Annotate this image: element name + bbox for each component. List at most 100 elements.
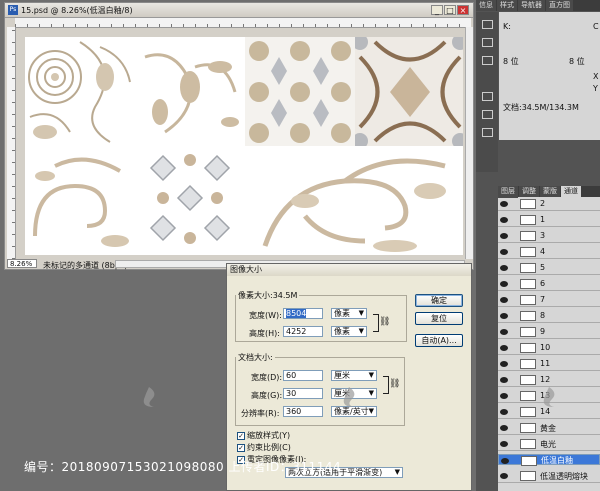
vertical-scrollbar[interactable] — [465, 27, 473, 259]
channel-name: 4 — [540, 247, 546, 256]
channel-list: 2 1 3 4 5 6 7 8 9 10 11 12 13 14 黄金 电光 低温白釉 低温透明熔块 — [498, 198, 600, 488]
channel-name: 9 — [540, 327, 546, 336]
y-label: Y — [593, 84, 598, 93]
tab-layers[interactable]: 图层 — [498, 186, 518, 197]
swatches-icon[interactable] — [482, 56, 493, 65]
floral-tile — [135, 37, 245, 146]
channel-row[interactable]: 11 — [498, 358, 600, 371]
channel-row[interactable]: 1 — [498, 214, 600, 227]
eye-icon[interactable] — [501, 458, 509, 464]
minimize-icon[interactable]: _ — [431, 5, 443, 15]
reset-button[interactable]: 复位 — [415, 312, 463, 325]
tab-masks[interactable]: 蒙版 — [540, 186, 560, 197]
channel-name: 1 — [540, 215, 546, 224]
image-canvas[interactable] — [25, 37, 463, 255]
channel-thumbnail — [520, 423, 536, 433]
channel-row[interactable]: 8 — [498, 310, 600, 323]
height-input[interactable]: 4252 — [283, 326, 323, 337]
channel-row[interactable]: 5 — [498, 262, 600, 275]
channel-name: 5 — [540, 263, 546, 272]
close-icon[interactable]: × — [457, 5, 469, 15]
channel-row[interactable]: 10 — [498, 342, 600, 355]
channel-thumbnail — [520, 407, 536, 417]
history-icon[interactable] — [482, 20, 493, 29]
resolution-input[interactable]: 360 — [283, 406, 323, 417]
ok-button[interactable]: 确定 — [415, 294, 463, 307]
info-panel-tabs: 信息 样式 导航器 直方图 — [476, 0, 600, 11]
doc-height-input[interactable]: 30 — [283, 388, 323, 399]
doc-width-unit-select[interactable]: 厘米 ▼ — [331, 370, 377, 381]
channel-thumbnail — [520, 199, 536, 209]
channel-name: 3 — [540, 231, 546, 240]
eye-icon[interactable] — [500, 377, 508, 383]
channel-row[interactable]: 低温透明熔块 — [498, 470, 600, 483]
brush-icon[interactable] — [482, 110, 493, 119]
eye-icon[interactable] — [500, 329, 508, 335]
doc-width-label: 宽度(D): — [251, 373, 283, 382]
tab-navigator[interactable]: 导航器 — [518, 0, 545, 11]
eye-icon[interactable] — [500, 201, 508, 207]
width-input[interactable]: 8504 — [283, 308, 323, 319]
width-unit-select[interactable]: 像素 ▼ — [331, 308, 367, 319]
height-unit-select[interactable]: 像素 ▼ — [331, 326, 367, 337]
eye-icon[interactable] — [500, 361, 508, 367]
adjustments-icon[interactable] — [482, 92, 493, 101]
height-label: 高度(H): — [249, 329, 280, 338]
eye-icon[interactable] — [500, 313, 508, 319]
zoom-level-field[interactable]: 8.26% — [7, 259, 37, 268]
ogee-tile — [355, 37, 463, 146]
channel-row[interactable]: 7 — [498, 294, 600, 307]
panel-icon-strip — [476, 12, 498, 172]
eye-icon[interactable] — [500, 441, 508, 447]
eye-icon[interactable] — [500, 409, 508, 415]
auto-button[interactable]: 自动(A)... — [415, 334, 463, 347]
tab-histogram[interactable]: 直方图 — [546, 0, 573, 11]
channel-thumbnail — [520, 471, 536, 481]
eye-icon[interactable] — [500, 393, 508, 399]
channel-row[interactable]: 6 — [498, 278, 600, 291]
channel-row[interactable]: 4 — [498, 246, 600, 259]
eye-icon[interactable] — [500, 265, 508, 271]
eye-icon[interactable] — [500, 249, 508, 255]
tab-styles[interactable]: 样式 — [497, 0, 517, 11]
dialog-title: 图像大小 — [227, 264, 471, 276]
check-icon: ✓ — [237, 443, 245, 452]
channel-row[interactable]: 9 — [498, 326, 600, 339]
channel-name: 8 — [540, 311, 546, 320]
constrain-proportions-checkbox[interactable]: ✓ 约束比例(C) — [237, 442, 291, 453]
tab-adjustments[interactable]: 调整 — [519, 186, 539, 197]
doc-chain-icon: ⛓ — [389, 379, 401, 389]
document-window: Ps 15.psd @ 8.26%(低温白釉/8) _ □ × 8.26% 未标… — [4, 2, 474, 270]
pixel-dimensions-label: 像素大小:34.5M — [238, 291, 298, 300]
bit-depth-right: 8 位 — [569, 57, 585, 66]
eye-icon[interactable] — [500, 473, 508, 479]
eye-icon[interactable] — [500, 233, 508, 239]
geometric-grid-tile — [245, 37, 355, 146]
scale-styles-checkbox[interactable]: ✓ 缩放样式(Y) — [237, 430, 290, 441]
eye-icon[interactable] — [500, 345, 508, 351]
channel-name: 7 — [540, 295, 546, 304]
vertical-ruler[interactable] — [7, 27, 16, 259]
document-titlebar[interactable]: Ps 15.psd @ 8.26%(低温白釉/8) _ □ × — [5, 3, 473, 18]
channel-row[interactable]: 电光 — [498, 438, 600, 451]
channel-row[interactable]: 3 — [498, 230, 600, 243]
horizontal-ruler[interactable] — [15, 18, 471, 28]
clone-source-icon[interactable] — [482, 128, 493, 137]
maximize-icon[interactable]: □ — [444, 5, 456, 15]
tab-info[interactable]: 信息 — [476, 0, 496, 11]
doc-width-input[interactable]: 60 — [283, 370, 323, 381]
eye-icon[interactable] — [500, 217, 508, 223]
actions-icon[interactable] — [482, 38, 493, 47]
channel-row[interactable]: 黄金 — [498, 422, 600, 435]
watermark-logo — [143, 387, 155, 407]
eye-icon[interactable] — [500, 425, 508, 431]
channels-panel: 图层调整蒙版通道路径 2134567891011121314黄金电光低温白釉低温… — [498, 186, 600, 491]
width-label: 宽度(W): — [249, 311, 282, 320]
channel-row[interactable]: 2 — [498, 198, 600, 211]
eye-icon[interactable] — [500, 281, 508, 287]
channel-name: 电光 — [540, 440, 556, 449]
channel-row[interactable]: 低温白釉 — [498, 454, 600, 466]
eye-icon[interactable] — [500, 297, 508, 303]
tab-channels[interactable]: 通道 — [561, 186, 581, 197]
channel-name: 低温白釉 — [541, 456, 573, 465]
